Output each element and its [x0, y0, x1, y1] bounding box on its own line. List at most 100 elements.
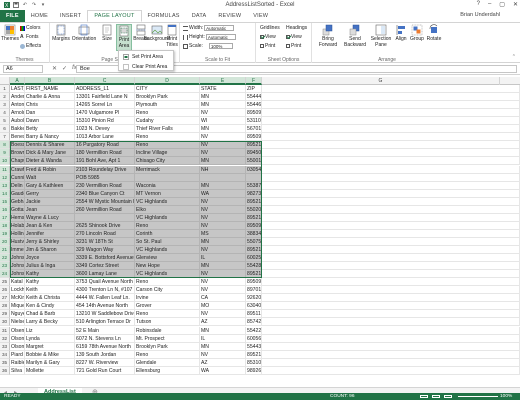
cell[interactable]: Fred & Robin — [25, 165, 75, 174]
cell[interactable] — [262, 366, 520, 375]
cell[interactable] — [262, 278, 520, 287]
cell[interactable]: Glenview — [135, 254, 200, 263]
group-button[interactable]: Group — [410, 24, 424, 43]
cell[interactable]: Piard — [10, 350, 25, 359]
themes-button[interactable]: Themes — [1, 24, 19, 43]
cell[interactable]: 98273 — [246, 189, 262, 198]
cell[interactable]: Plymouth — [135, 101, 200, 110]
cell[interactable]: So St. Paul — [135, 237, 200, 246]
cell[interactable] — [262, 262, 520, 271]
cell[interactable] — [262, 350, 520, 359]
cell[interactable]: Nielsen — [10, 318, 25, 327]
cell[interactable]: Dieter & Wanda — [25, 157, 75, 166]
row-header[interactable]: 10 — [0, 157, 10, 166]
column-header-a[interactable]: A — [10, 77, 25, 85]
headings-view-checkbox[interactable]: View — [286, 34, 302, 40]
cell[interactable]: 89509 — [246, 278, 262, 287]
cell[interactable]: NH — [200, 165, 246, 174]
cell[interactable]: VC Highlands — [135, 270, 200, 279]
cell[interactable]: 180 Vermillion Road — [75, 149, 135, 158]
column-header-e[interactable]: E — [200, 77, 246, 85]
page-layout-view-icon[interactable] — [432, 395, 440, 398]
cell[interactable]: NV — [200, 221, 246, 230]
print-area-button[interactable]: Print Area — [116, 24, 132, 51]
cell[interactable]: 14265 Sorrel Ln — [75, 101, 135, 110]
cell[interactable]: LAST_NAME — [10, 85, 25, 94]
cell[interactable]: 85310 — [246, 358, 262, 367]
cell[interactable]: 55387 — [246, 181, 262, 190]
cell[interactable]: Brown — [10, 149, 25, 158]
cell[interactable]: 55422 — [246, 326, 262, 335]
cell[interactable]: Katal — [10, 278, 25, 287]
scale-control[interactable]: Scale: 100% — [183, 43, 233, 49]
cell[interactable] — [262, 302, 520, 311]
cell[interactable]: McKinnies — [10, 294, 25, 303]
cell[interactable]: 721 Gold Run Court — [75, 366, 135, 375]
cell[interactable]: AZ — [200, 318, 246, 327]
cell[interactable]: Incline Village — [135, 149, 200, 158]
cell[interactable]: Keith — [25, 286, 75, 295]
cell[interactable]: Walt — [25, 173, 75, 182]
cell[interactable]: 2625 Shinook Drive — [75, 221, 135, 230]
cell[interactable]: Dawn — [25, 117, 75, 126]
cell[interactable]: 139 South Jordan — [75, 350, 135, 359]
cell[interactable]: Anton — [10, 101, 25, 110]
cell[interactable]: NV — [200, 278, 246, 287]
cell[interactable]: MN — [200, 237, 246, 246]
cell[interactable]: 89521 — [246, 213, 262, 222]
cell[interactable]: VC Highlands — [135, 246, 200, 255]
cell[interactable]: WA — [200, 366, 246, 375]
cell[interactable]: Merrimack — [135, 165, 200, 174]
cell[interactable] — [262, 221, 520, 230]
column-header-f[interactable]: F — [246, 77, 262, 85]
cell[interactable]: ZIP — [246, 85, 262, 94]
print-titles-button[interactable]: Print Titles — [164, 24, 180, 48]
cell[interactable]: Jean & Ken — [25, 221, 75, 230]
cell[interactable]: Hollingsworth — [10, 229, 25, 238]
row-header[interactable]: 2 — [0, 93, 10, 102]
gridlines-print-checkbox[interactable]: Print — [260, 43, 275, 49]
cell[interactable]: 98926 — [246, 366, 262, 375]
cell[interactable]: Barry & Nancy — [25, 133, 75, 142]
cell[interactable]: Immenschuh — [10, 246, 25, 255]
cell[interactable]: MN — [200, 342, 246, 351]
cell[interactable]: Gerry — [25, 189, 75, 198]
cell[interactable] — [262, 229, 520, 238]
row-header[interactable]: 18 — [0, 221, 10, 230]
cell[interactable]: NV — [200, 213, 246, 222]
cancel-icon[interactable]: ✕ — [52, 65, 57, 72]
cell[interactable]: Corinth — [135, 229, 200, 238]
help-button[interactable]: ? — [477, 1, 480, 8]
cell[interactable] — [135, 173, 200, 182]
tab-home[interactable]: HOME — [25, 10, 54, 22]
width-control[interactable]: Width: Automatic — [183, 25, 235, 31]
cell[interactable] — [262, 101, 520, 110]
tab-page-layout[interactable]: PAGE LAYOUT — [87, 10, 142, 22]
cell[interactable]: 55020 — [246, 205, 262, 214]
cell[interactable]: Chad & Barb — [25, 310, 75, 319]
cell[interactable] — [262, 294, 520, 303]
scale-spinner[interactable]: 100% — [208, 43, 233, 49]
cell[interactable]: Gaudette — [10, 189, 25, 198]
cell[interactable]: Chisago City — [135, 157, 200, 166]
cell[interactable]: Gary & Kathleen — [25, 181, 75, 190]
cell[interactable] — [262, 85, 520, 94]
cell[interactable]: Jim & Sharon — [25, 246, 75, 255]
cell[interactable] — [262, 334, 520, 343]
bring-forward-button[interactable]: Bring Forward — [316, 24, 340, 48]
cell[interactable] — [262, 93, 520, 102]
cell[interactable]: 89521 — [246, 197, 262, 206]
cell[interactable]: Betty — [25, 125, 75, 134]
cell[interactable] — [262, 181, 520, 190]
cell[interactable]: 89509 — [246, 133, 262, 142]
cell[interactable]: 8227 W. Riverview — [75, 358, 135, 367]
row-header[interactable]: 30 — [0, 318, 10, 327]
tab-file[interactable]: FILE — [0, 10, 25, 22]
close-button[interactable]: ✕ — [513, 1, 518, 8]
cell[interactable] — [262, 109, 520, 118]
cell[interactable]: Mt. Prospect — [135, 334, 200, 343]
cell[interactable]: Marilyn & Gary — [25, 358, 75, 367]
cell[interactable]: Tutson — [135, 318, 200, 327]
cell[interactable]: IL — [200, 254, 246, 263]
cell[interactable]: Thief River Falls — [135, 125, 200, 134]
